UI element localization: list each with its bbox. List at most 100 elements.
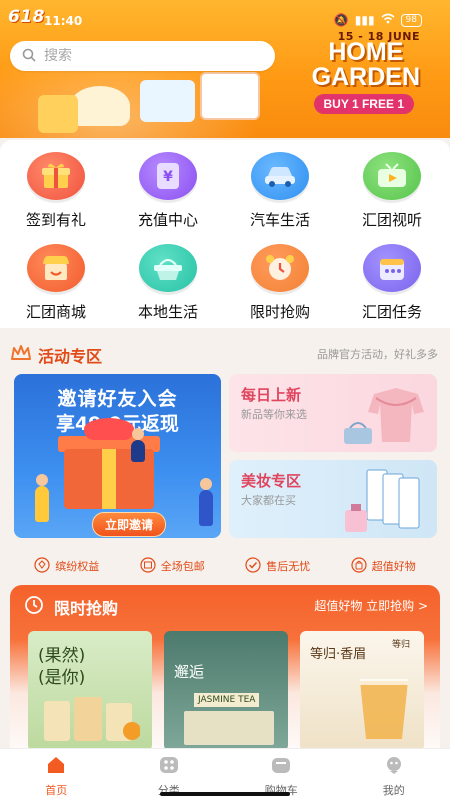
check-circle-icon [245, 556, 261, 576]
promo-title: HOME GARDEN [312, 40, 420, 90]
flash-sale-section: 限时抢购 超值好物 立即抢购 > (果然) (是你) 邂逅 JASMINE TE… [10, 585, 440, 765]
package-icon [140, 556, 156, 576]
signal-icon: ▮▮▮ [354, 13, 375, 27]
product-image-tea-glass [352, 675, 416, 745]
daily-new-card[interactable]: 每日上新 新品等你来选 [229, 374, 437, 452]
feature-item: 售后无忧 [245, 553, 310, 579]
tab-label: 我的 [382, 784, 405, 797]
beauty-card[interactable]: 美妆专区 大家都在买 [229, 460, 437, 538]
grid-item-video[interactable]: 汇团视听 [336, 152, 448, 242]
status-time: 11:40 [44, 14, 83, 28]
product-image-cups [40, 691, 141, 746]
grid-label: 汇团商城 [25, 303, 86, 321]
activity-subtitle: 品牌官方活动，好礼多多 [317, 348, 438, 361]
invite-button[interactable]: 立即邀请 [92, 512, 167, 537]
tab-home[interactable]: 首页 [0, 749, 113, 800]
tv-icon [363, 152, 421, 200]
grid-item-flash-sale[interactable]: 限时抢购 [224, 244, 336, 334]
grid-item-mall[interactable]: 汇团商城 [0, 244, 112, 334]
person-illustration [199, 490, 213, 526]
flash-sale-title: 限时抢购 [54, 599, 119, 618]
search-bar[interactable] [10, 41, 275, 71]
feature-label: 超值好物 [371, 560, 416, 573]
invite-card[interactable]: 邀请好友入会 享49.9元返现 立即邀请 [14, 374, 221, 538]
tab-profile[interactable]: 我的 [338, 749, 450, 800]
grid-item-local[interactable]: 本地生活 [112, 244, 224, 334]
product-card[interactable]: 邂逅 JASMINE TEA [164, 631, 288, 751]
profile-icon [384, 756, 404, 778]
search-icon [22, 47, 36, 66]
svg-text:¥: ¥ [163, 169, 173, 185]
gift-icon [27, 152, 85, 200]
basket-icon [139, 244, 197, 292]
feature-item: 超值好物 [351, 553, 416, 579]
invite-title: 邀请好友入会 [57, 388, 178, 410]
grid-item-car[interactable]: 汽车生活 [224, 152, 336, 242]
banner-decoration-bowl [70, 86, 130, 126]
wifi-icon [381, 13, 395, 27]
bag-icon [351, 556, 367, 576]
product-text: 等归·香眉 [310, 647, 367, 662]
grid-label: 充值中心 [137, 211, 198, 229]
promo-banner[interactable]: 618 11:40 🔕 ▮▮▮ 98 15 - 18 JUNE HOME GAR… [0, 0, 450, 138]
category-icon [159, 756, 179, 778]
feature-label: 缤纷权益 [55, 560, 100, 573]
product-card[interactable]: 等归·香眉 等归 [300, 631, 424, 751]
grid-item-tasks[interactable]: 汇团任务 [336, 244, 448, 334]
feature-label: 售后无忧 [266, 560, 311, 573]
grid-label: 限时抢购 [249, 303, 310, 321]
handbag-image [341, 418, 375, 446]
flash-sale-more-link[interactable]: 超值好物 立即抢购 > [314, 597, 428, 614]
cosmetics-image [339, 466, 434, 536]
activity-title: 活动专区 [38, 347, 103, 366]
car-icon [251, 152, 309, 200]
crown-icon [10, 344, 32, 366]
activity-header: 活动专区 品牌官方活动，好礼多多 [0, 336, 450, 370]
banner-decoration-plates [140, 80, 195, 122]
status-icons: 🔕 ▮▮▮ 98 [334, 13, 422, 27]
feature-label: 全场包邮 [160, 560, 205, 573]
alarm-clock-icon [251, 244, 309, 292]
product-text: JASMINE TEA [194, 693, 260, 707]
promo-offer: BUY 1 FREE 1 [313, 94, 414, 114]
person-head [36, 474, 48, 486]
feature-item: 全场包邮 [140, 553, 205, 579]
clock-icon [24, 595, 44, 619]
grid-label: 汽车生活 [249, 211, 310, 229]
promo-tag: 618 [8, 7, 45, 27]
quick-entry-grid: 签到有礼 ¥ 充值中心 汽车生活 汇团视听 汇团商城 本地生活 限时抢购 汇团任… [0, 140, 450, 328]
person-head [132, 428, 144, 440]
product-text: 邂逅 [174, 663, 205, 681]
daily-new-title: 每日上新 [241, 386, 302, 404]
grid-label: 签到有礼 [25, 211, 86, 229]
beauty-title: 美妆专区 [241, 472, 302, 490]
banner-decoration-bag [38, 95, 78, 133]
gift-bow [84, 418, 134, 440]
grid-item-recharge[interactable]: ¥ 充值中心 [112, 152, 224, 242]
product-text: 等归 [392, 640, 411, 650]
beauty-subtitle: 大家都在买 [241, 494, 296, 507]
grid-label: 汇团任务 [361, 303, 422, 321]
grid-label: 本地生活 [137, 303, 198, 321]
daily-new-subtitle: 新品等你来选 [241, 408, 307, 421]
shop-icon [27, 244, 85, 292]
coupon-icon: ¥ [139, 152, 197, 200]
flash-product-list: (果然) (是你) 邂逅 JASMINE TEA 等归·香眉 等归 [28, 631, 428, 751]
diamond-icon [34, 556, 50, 576]
tab-label: 首页 [45, 784, 68, 797]
person-illustration [35, 486, 49, 522]
product-card[interactable]: (果然) (是你) [28, 631, 152, 751]
mute-icon: 🔕 [333, 13, 349, 27]
banner-decoration-box [200, 72, 260, 120]
grid-label: 汇团视听 [361, 211, 422, 229]
promo-title-line2: GARDEN [311, 63, 420, 91]
feature-item: 缤纷权益 [34, 553, 99, 579]
home-icon [46, 756, 66, 778]
grid-item-checkin[interactable]: 签到有礼 [0, 152, 112, 242]
cart-icon [271, 756, 291, 778]
product-image-tea-box [184, 711, 274, 745]
promo-title-line1: HOME [328, 38, 404, 66]
product-text: (是你) [38, 668, 86, 688]
home-indicator [160, 792, 290, 796]
search-input[interactable] [44, 48, 244, 64]
